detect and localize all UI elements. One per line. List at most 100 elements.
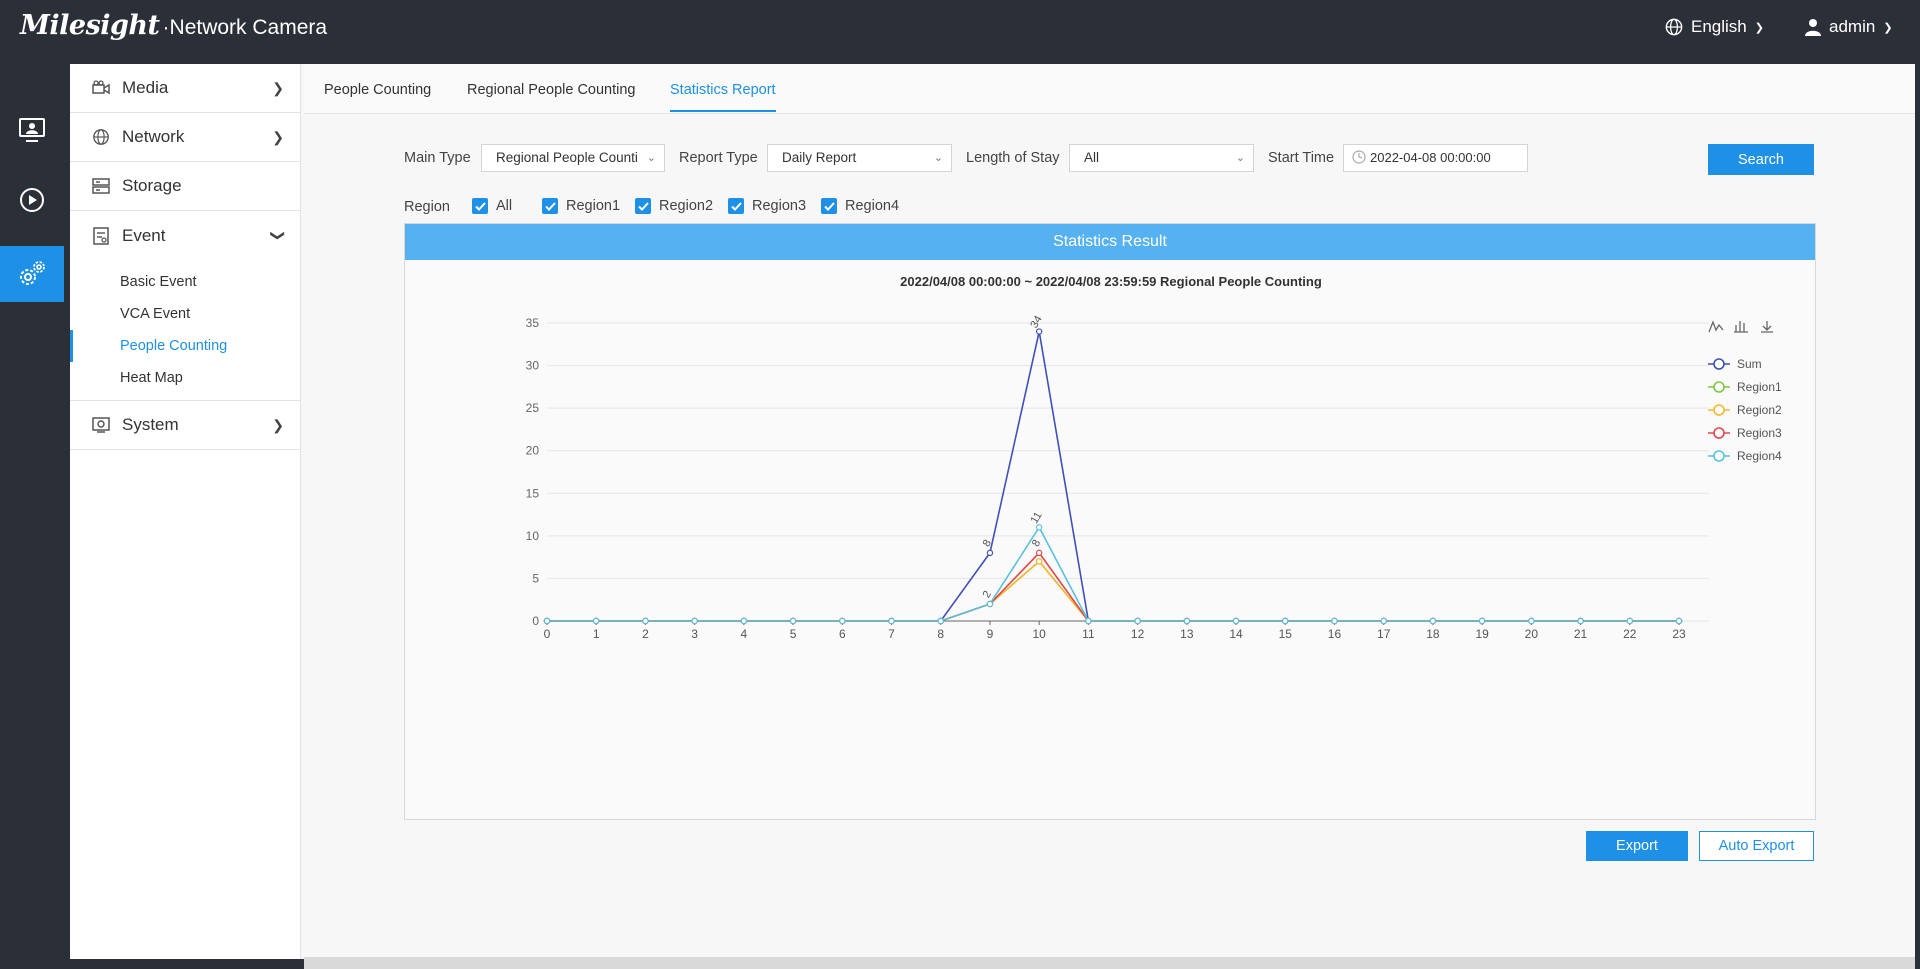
- y-tick-label: 10: [526, 529, 540, 543]
- checkbox-label: Region4: [845, 198, 900, 214]
- bar-chart-icon[interactable]: [1734, 321, 1748, 333]
- region-checkbox-region3[interactable]: Region3: [728, 198, 806, 214]
- x-tick-label: 8: [937, 627, 944, 641]
- length-of-stay-select[interactable]: All ⌄: [1069, 144, 1254, 172]
- legend-marker: [1713, 358, 1725, 370]
- x-tick-label: 3: [691, 627, 698, 641]
- auto-export-button[interactable]: Auto Export: [1699, 831, 1814, 861]
- clock-icon: [1352, 150, 1366, 164]
- data-point: [642, 617, 649, 625]
- data-point: [1577, 617, 1584, 625]
- data-label: 8: [981, 538, 994, 549]
- line-chart-icon[interactable]: [1708, 320, 1724, 333]
- start-time-value: 2022-04-08 00:00:00: [1370, 150, 1491, 165]
- x-tick-label: 4: [741, 627, 748, 641]
- y-tick-label: 5: [532, 571, 539, 585]
- data-point: [691, 617, 698, 625]
- playback-nav[interactable]: [0, 172, 64, 228]
- monitor-icon: [19, 118, 45, 142]
- menu-item-storage[interactable]: Storage: [70, 162, 300, 211]
- system-icon: [92, 416, 110, 434]
- data-point: [1183, 617, 1191, 625]
- live-view-nav[interactable]: [0, 102, 64, 158]
- y-tick-label: 25: [526, 401, 540, 415]
- user-menu[interactable]: admin ❯: [1805, 17, 1893, 37]
- settings-menu: Media ❯ Network ❯ Storage Event ❯ Basic …: [70, 64, 301, 959]
- region-checkbox-all[interactable]: All: [472, 198, 512, 214]
- length-of-stay-value: All: [1084, 150, 1100, 165]
- data-point: [1380, 617, 1387, 625]
- product-name: ·Network Camera: [162, 16, 328, 39]
- series-line-region2: [547, 560, 1679, 622]
- storage-icon: [92, 177, 110, 195]
- report-type-select[interactable]: Daily Report ⌄: [767, 144, 952, 172]
- submenu-item-vca-event[interactable]: VCA Event: [70, 298, 300, 330]
- legend-label: Region1: [1737, 380, 1782, 394]
- checkbox-label: Region3: [752, 198, 807, 214]
- download-icon[interactable]: [1761, 321, 1773, 333]
- data-point: [740, 617, 748, 625]
- chevron-right-icon: ❯: [272, 80, 284, 96]
- data-point: [1232, 617, 1240, 625]
- x-tick-label: 6: [839, 627, 846, 641]
- report-type-label: Report Type: [679, 150, 758, 166]
- menu-item-event[interactable]: Event ❯: [70, 211, 300, 260]
- legend-marker: [1713, 404, 1725, 416]
- language-selector[interactable]: English ❯: [1665, 17, 1764, 37]
- submenu-item-basic-event[interactable]: Basic Event: [70, 266, 300, 298]
- menu-item-system[interactable]: System ❯: [70, 401, 300, 450]
- data-point: [1528, 617, 1535, 625]
- menu-item-network[interactable]: Network ❯: [70, 113, 300, 162]
- camera-icon: [92, 79, 110, 97]
- checkbox-checked-icon: [472, 198, 488, 214]
- export-button[interactable]: Export: [1586, 831, 1688, 861]
- tab-people-counting[interactable]: People Counting: [324, 82, 431, 110]
- region-checkbox-region4[interactable]: Region4: [821, 198, 899, 214]
- series-line-region4: [547, 525, 1679, 622]
- horizontal-scrollbar[interactable]: [304, 957, 1915, 969]
- series-line-region1: [547, 560, 1679, 622]
- icon-rail: [0, 58, 64, 969]
- data-label: 34: [1028, 314, 1045, 331]
- search-button[interactable]: Search: [1708, 144, 1814, 175]
- region-checkbox-region2[interactable]: Region2: [635, 198, 713, 214]
- tab-regional-people-counting[interactable]: Regional People Counting: [467, 82, 636, 110]
- checkbox-checked-icon: [635, 198, 651, 214]
- submenu-item-heat-map[interactable]: Heat Map: [70, 362, 300, 394]
- globe-icon: [92, 128, 110, 146]
- data-point: [789, 617, 797, 625]
- report-type-value: Daily Report: [782, 150, 857, 165]
- data-point: [593, 617, 600, 625]
- checkbox-checked-icon: [821, 198, 837, 214]
- checkbox-checked-icon: [728, 198, 744, 214]
- event-icon: [92, 226, 110, 245]
- length-of-stay-label: Length of Stay: [966, 150, 1060, 166]
- start-time-input[interactable]: 2022-04-08 00:00:00: [1343, 144, 1528, 172]
- data-label: 8: [1030, 538, 1043, 549]
- x-tick-label: 20: [1525, 627, 1539, 641]
- chevron-down-icon: ❯: [270, 229, 287, 242]
- x-tick-label: 9: [987, 627, 994, 641]
- main-type-value: Regional People Counti: [496, 150, 638, 165]
- x-tick-label: 22: [1623, 627, 1637, 641]
- y-tick-label: 15: [526, 486, 540, 500]
- data-point: [1035, 549, 1043, 557]
- settings-nav[interactable]: [0, 246, 64, 302]
- y-tick-label: 0: [532, 614, 539, 628]
- region-checkbox-region1[interactable]: Region1: [542, 198, 620, 214]
- region-label: Region: [404, 199, 450, 215]
- menu-label: Event: [122, 225, 166, 245]
- y-tick-label: 20: [526, 444, 540, 458]
- tab-bar: People Counting Regional People Counting…: [304, 64, 1915, 114]
- submenu-item-people-counting[interactable]: People Counting: [70, 330, 300, 362]
- chart-title: 2022/04/08 00:00:00 ~ 2022/04/08 23:59:5…: [900, 274, 1322, 289]
- x-tick-label: 11: [1082, 627, 1095, 641]
- main-type-select[interactable]: Regional People Counti ⌄: [481, 144, 665, 172]
- tab-statistics-report[interactable]: Statistics Report: [670, 82, 776, 112]
- data-point: [1035, 558, 1043, 565]
- menu-item-media[interactable]: Media ❯: [70, 64, 300, 113]
- x-tick-label: 2: [642, 627, 649, 641]
- menu-label: Network: [122, 127, 185, 146]
- chevron-down-icon: ⌄: [1235, 152, 1245, 164]
- user-name: admin: [1829, 17, 1876, 36]
